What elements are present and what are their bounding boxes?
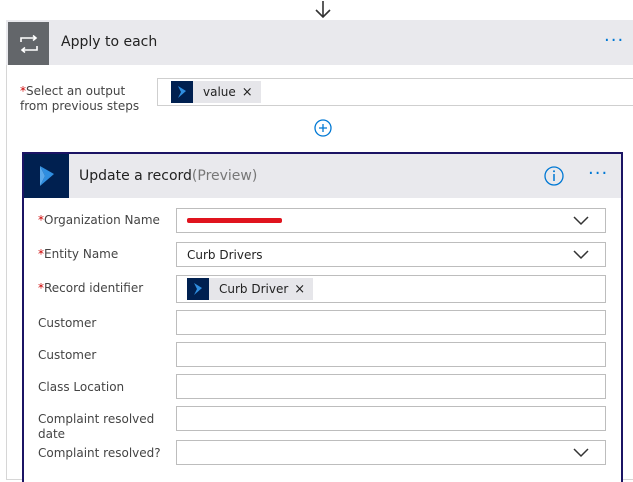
- customer-label: Customer: [38, 316, 97, 330]
- dynamics-icon: [187, 278, 209, 300]
- preview-tag: (Preview): [191, 168, 258, 184]
- value-token-label: value: [203, 85, 236, 99]
- update-record-more-button[interactable]: ···: [588, 163, 608, 184]
- entity-name-label: *Entity Name: [38, 247, 118, 262]
- complaint-resolved-date-input[interactable]: [176, 406, 606, 431]
- curb-driver-token-remove-button[interactable]: ×: [288, 282, 313, 297]
- complaint-resolved-date-label-line2: date: [38, 427, 66, 441]
- chevron-down-icon: [573, 250, 589, 260]
- record-identifier-label-text: Record identifier: [44, 281, 144, 295]
- customer-label-2: Customer: [38, 348, 97, 362]
- class-location-label: Class Location: [38, 380, 125, 394]
- dynamics-icon: [39, 166, 54, 186]
- complaint-resolved-date-label: Complaint resolved date: [38, 412, 154, 442]
- chevron-down-icon: [573, 216, 589, 226]
- select-output-label-line1: Select an output: [26, 84, 126, 98]
- dynamics-icon: [171, 81, 193, 103]
- complaint-resolved-select[interactable]: [176, 440, 606, 465]
- curb-driver-token-label: Curb Driver: [219, 282, 289, 296]
- select-output-input[interactable]: value ×: [157, 78, 633, 106]
- apply-to-each-icon-box: [8, 22, 49, 65]
- entity-name-value: Curb Drivers: [187, 247, 263, 262]
- curb-driver-token[interactable]: Curb Driver ×: [187, 278, 314, 300]
- class-location-input[interactable]: [176, 374, 606, 399]
- update-record-title-text: Update a record: [79, 168, 192, 184]
- apply-to-each-more-button[interactable]: ···: [604, 30, 624, 51]
- customer-input-2[interactable]: [176, 342, 606, 367]
- select-output-label: *Select an output from previous steps: [20, 84, 150, 114]
- select-output-label-line2: from previous steps: [20, 99, 140, 113]
- down-arrow-icon: [315, 1, 331, 19]
- complaint-resolved-date-label-line1: Complaint resolved: [38, 412, 155, 426]
- loop-icon: [19, 34, 38, 53]
- apply-to-each-title: Apply to each: [61, 34, 158, 50]
- organization-name-label: *Organization Name: [38, 213, 160, 228]
- redaction-mark: [187, 218, 282, 223]
- entity-name-label-text: Entity Name: [44, 247, 119, 261]
- chevron-down-icon: [573, 448, 589, 458]
- customer-input[interactable]: [176, 310, 606, 335]
- add-circle-icon[interactable]: [314, 119, 332, 137]
- value-token[interactable]: value ×: [171, 81, 261, 103]
- organization-name-select[interactable]: [176, 208, 606, 233]
- organization-name-label-text: Organization Name: [44, 213, 160, 227]
- value-token-remove-button[interactable]: ×: [236, 85, 261, 100]
- update-record-icon-box: [24, 154, 69, 198]
- info-icon[interactable]: [544, 166, 564, 186]
- record-identifier-input[interactable]: Curb Driver ×: [176, 275, 606, 303]
- record-identifier-label: *Record identifier: [38, 281, 143, 296]
- update-record-title: Update a record(Preview): [79, 168, 257, 184]
- entity-name-select[interactable]: Curb Drivers: [176, 242, 606, 267]
- complaint-resolved-label: Complaint resolved?: [38, 446, 161, 460]
